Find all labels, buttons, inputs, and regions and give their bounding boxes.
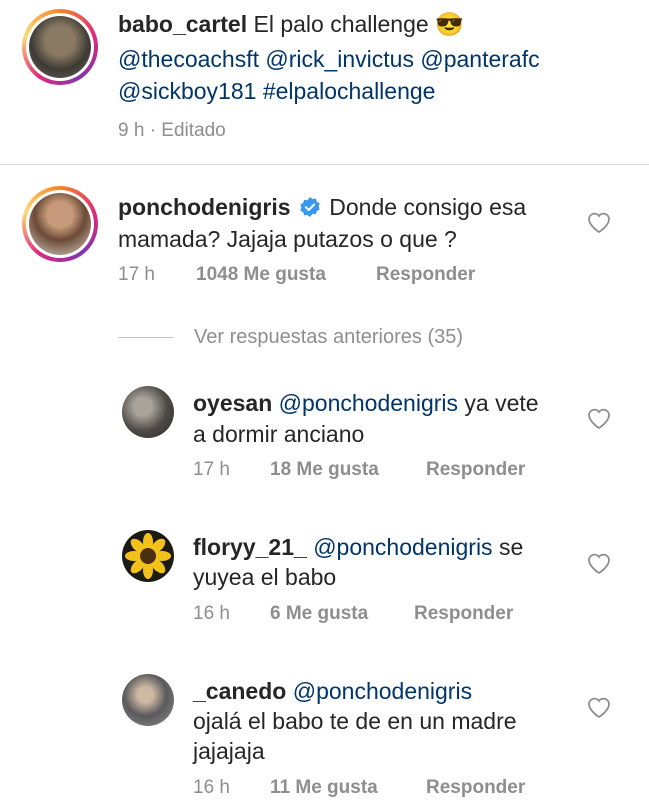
caption-text: El palo challenge [253,11,429,37]
reply-line1: floryy_21_ @ponchodenigris se [193,532,523,562]
reply-mention[interactable]: @ponchodenigris [279,390,458,416]
reply-avatar[interactable] [122,674,174,726]
comment-username[interactable]: ponchodenigris [118,194,291,220]
reply-text: se [498,534,524,560]
replies-line [118,337,174,338]
comment-time: 17 h [118,264,155,285]
reply-text-line2: a dormir anciano [193,421,365,447]
like-heart-icon[interactable] [586,551,612,575]
comment-text-line1: Donde consigo esa [329,194,527,220]
like-heart-icon[interactable] [586,695,612,719]
reply-reply-button[interactable]: Responder [426,777,525,799]
post-avatar[interactable] [22,9,98,85]
reply-reply-button[interactable]: Responder [426,459,525,481]
reply-time: 16 h [193,777,230,798]
reply-username[interactable]: oyesan [193,390,272,416]
verified-badge-icon [300,197,320,217]
reply-text-line3: jajajaja [193,738,265,764]
reply-username[interactable]: _canedo [193,678,286,704]
caption-mentions-line1[interactable]: @thecoachsft @rick_invictus @panterafc [118,44,540,74]
like-heart-icon[interactable] [586,210,612,234]
reply-avatar[interactable] [122,530,174,582]
caption-mentions-line2: @sickboy181 #elpalochallenge [118,76,435,106]
reply-time: 17 h [193,459,230,480]
reply-text: ya vete [464,390,539,416]
sunglasses-emoji-icon: 😎 [435,11,464,37]
mention-link[interactable]: @sickboy181 [118,78,256,104]
reply-mention[interactable]: @ponchodenigris [313,534,492,560]
reply-line1: oyesan @ponchodenigris ya vete [193,388,539,418]
reply-likes[interactable]: 18 Me gusta [270,459,379,481]
post-caption: babo_cartel El palo challenge 😎 [118,9,638,39]
reply-text-line2: ojalá el babo te de en un madre [193,708,517,734]
comment-reply-button[interactable]: Responder [376,264,475,286]
reply-avatar[interactable] [122,386,174,438]
like-heart-icon[interactable] [586,406,612,430]
hashtag-link[interactable]: #elpalochallenge [263,78,436,104]
reply-line1: _canedo @ponchodenigris [193,676,472,706]
view-previous-replies[interactable]: Ver respuestas anteriores (35) [194,326,463,349]
reply-reply-button[interactable]: Responder [414,603,513,625]
reply-likes[interactable]: 11 Me gusta [270,777,378,799]
reply-text-line2: yuyea el babo [193,564,337,590]
comment-avatar[interactable] [22,186,98,262]
reply-time: 16 h [193,603,230,624]
post-time: 9 h · Editado [118,120,226,141]
sunflower-avatar-icon [125,533,171,579]
comment-text-line2: mamada? Jajaja putazos o que ? [118,226,457,252]
post-username[interactable]: babo_cartel [118,11,247,37]
reply-mention[interactable]: @ponchodenigris [293,678,472,704]
divider [0,164,649,165]
comment-line1: ponchodenigris Donde consigo esa [118,192,526,222]
reply-username[interactable]: floryy_21_ [193,534,307,560]
reply-likes[interactable]: 6 Me gusta [270,603,368,625]
comment-likes[interactable]: 1048 Me gusta [196,264,326,286]
